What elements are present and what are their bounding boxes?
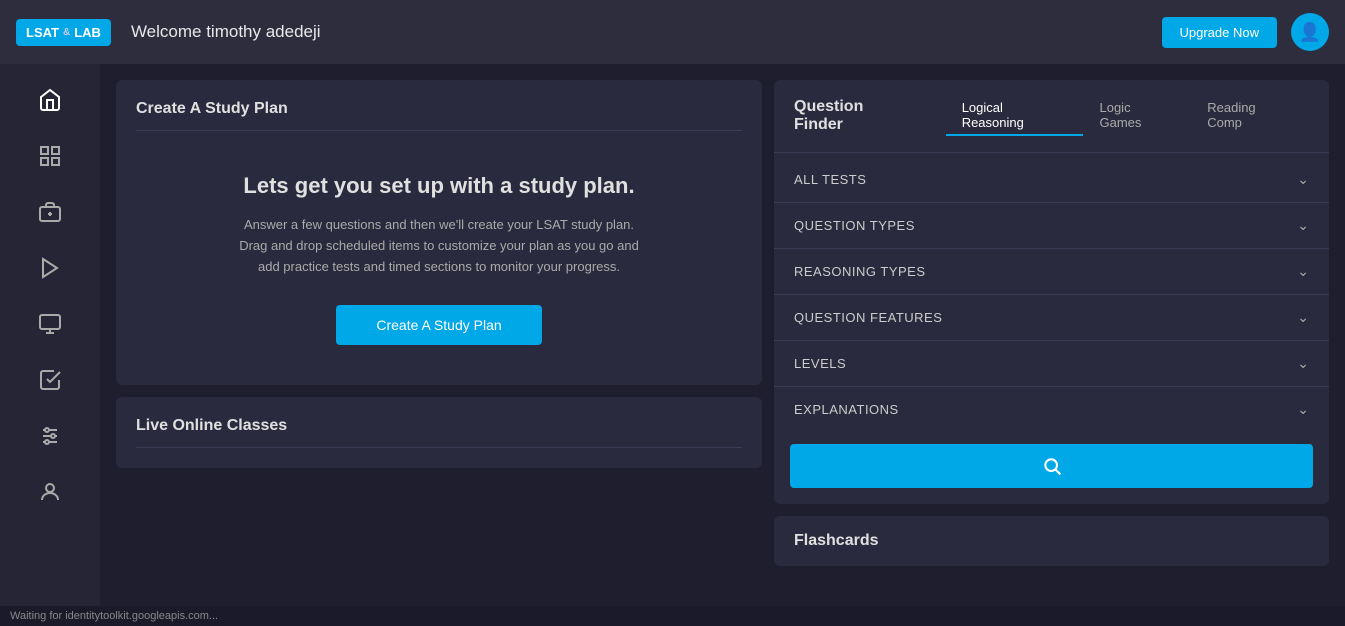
status-text: Waiting for identitytoolkit.googleapis.c… [10,610,218,622]
study-plan-body: Lets get you set up with a study plan. A… [136,143,742,365]
filter-all-tests[interactable]: ALL TESTS ⌄ [774,157,1329,203]
study-plan-card: Create A Study Plan Lets get you set up … [116,80,762,385]
chevron-down-icon: ⌄ [1297,217,1309,234]
main-layout: Create A Study Plan Lets get you set up … [0,64,1345,606]
question-finder-title: Question Finder [794,98,916,134]
filter-reasoning-types[interactable]: REASONING TYPES ⌄ [774,249,1329,295]
filter-levels[interactable]: LEVELS ⌄ [774,341,1329,387]
chevron-down-icon: ⌄ [1297,401,1309,418]
filter-explanations-label: EXPLANATIONS [794,402,899,417]
tab-reading-comp[interactable]: Reading Comp [1191,96,1309,136]
sidebar-item-play[interactable] [20,242,80,294]
sidebar-item-tests[interactable] [20,130,80,182]
live-classes-title: Live Online Classes [136,417,742,448]
sidebar [0,64,100,606]
logo-lsat: LSAT [26,25,59,40]
right-panel: Question Finder Logical Reasoning Logic … [774,80,1329,590]
filter-all-tests-label: ALL TESTS [794,172,866,187]
left-panel: Create A Study Plan Lets get you set up … [116,80,762,590]
search-button[interactable] [790,444,1313,488]
sidebar-item-profile[interactable] [20,466,80,518]
logo-lab: LAB [74,25,101,40]
chevron-down-icon: ⌄ [1297,263,1309,280]
logo[interactable]: LSAT & LAB [16,19,111,46]
flashcards-title: Flashcards [794,532,1309,550]
filter-levels-label: LEVELS [794,356,846,371]
question-finder-filters: ALL TESTS ⌄ QUESTION TYPES ⌄ REASONING T… [774,153,1329,436]
chevron-down-icon: ⌄ [1297,309,1309,326]
filter-question-types-label: QUESTION TYPES [794,218,915,233]
search-icon [1042,456,1062,476]
filter-question-features-label: QUESTION FEATURES [794,310,942,325]
upgrade-now-button[interactable]: Upgrade Now [1162,17,1278,48]
filter-explanations[interactable]: EXPLANATIONS ⌄ [774,387,1329,432]
question-finder-card: Question Finder Logical Reasoning Logic … [774,80,1329,504]
sidebar-item-home[interactable] [20,74,80,126]
study-plan-headline: Lets get you set up with a study plan. [243,173,634,199]
sidebar-item-monitor[interactable] [20,298,80,350]
sidebar-item-checklist[interactable] [20,354,80,406]
filter-question-features[interactable]: QUESTION FEATURES ⌄ [774,295,1329,341]
question-finder-tabs: Logical Reasoning Logic Games Reading Co… [946,96,1309,136]
header-welcome-text: Welcome timothy adedeji [131,22,1162,42]
avatar[interactable]: 👤 [1291,13,1329,51]
sidebar-item-users[interactable] [20,186,80,238]
status-bar: Waiting for identitytoolkit.googleapis.c… [0,606,1345,626]
header: LSAT & LAB Welcome timothy adedeji Upgra… [0,0,1345,64]
content-area: Create A Study Plan Lets get you set up … [100,64,1345,606]
study-plan-title: Create A Study Plan [136,100,742,131]
chevron-down-icon: ⌄ [1297,355,1309,372]
chevron-down-icon: ⌄ [1297,171,1309,188]
sidebar-item-settings[interactable] [20,410,80,462]
logo-separator: & [63,27,70,38]
live-classes-card: Live Online Classes [116,397,762,468]
create-study-plan-button[interactable]: Create A Study Plan [336,305,541,345]
tab-logic-games[interactable]: Logic Games [1083,96,1191,136]
tab-logical-reasoning[interactable]: Logical Reasoning [946,96,1084,136]
flashcards-card: Flashcards [774,516,1329,566]
filter-question-types[interactable]: QUESTION TYPES ⌄ [774,203,1329,249]
study-plan-description: Answer a few questions and then we'll cr… [229,215,649,277]
filter-reasoning-types-label: REASONING TYPES [794,264,926,279]
question-finder-header: Question Finder Logical Reasoning Logic … [774,80,1329,153]
